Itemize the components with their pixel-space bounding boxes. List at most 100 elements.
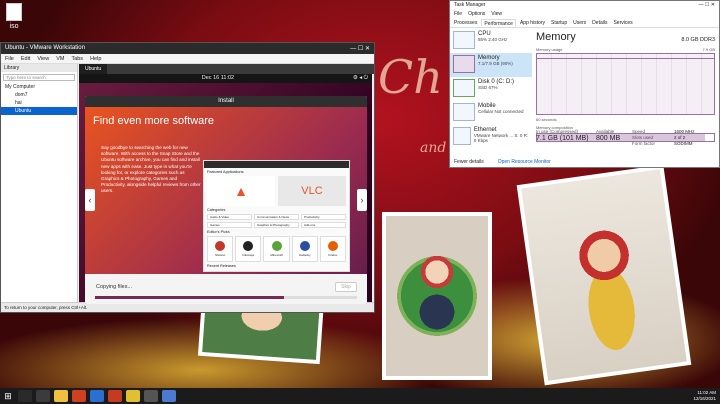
install-progress-bar	[95, 296, 357, 299]
app-icon	[299, 241, 310, 251]
task-view-icon[interactable]	[36, 390, 50, 402]
pick-item: Shotcut	[207, 236, 234, 262]
form-value: SODIMM	[674, 141, 693, 146]
ubuntu-clock[interactable]: Dec 16 11:02	[202, 75, 234, 82]
file-icon	[6, 3, 22, 21]
tab-ubuntu[interactable]: Ubuntu	[79, 64, 108, 74]
menu-vm[interactable]: VM	[56, 56, 64, 62]
progress-fill	[95, 296, 284, 299]
vmware-titlebar[interactable]: Ubuntu - VMware Workstation — ☐ ✕	[1, 43, 374, 54]
tab-processes[interactable]: Processes	[452, 19, 479, 27]
installer-title: Install	[85, 96, 367, 107]
category-item: Add-ons	[301, 222, 346, 228]
chrome-icon[interactable]	[126, 390, 140, 402]
tm-menu-options[interactable]: Options	[468, 11, 485, 19]
library-search-input[interactable]: Type here to search	[3, 74, 75, 81]
slots-label: Slots used	[632, 135, 654, 140]
slide-next-button[interactable]: ›	[357, 189, 367, 211]
memory-usage-graph	[536, 53, 715, 115]
app-icon[interactable]	[72, 390, 86, 402]
form-label: Form factor	[632, 141, 656, 146]
tab-app-history[interactable]: App history	[518, 19, 547, 27]
file-explorer-icon[interactable]	[54, 390, 68, 402]
menu-view[interactable]: View	[37, 56, 49, 62]
decor-script-text: Ch	[378, 50, 443, 104]
app-icon	[243, 241, 254, 251]
usage-label: Memory usage	[536, 47, 563, 52]
resource-disk[interactable]: Disk 0 (C: D:) SSD 67%	[450, 77, 532, 101]
tab-services[interactable]: Services	[611, 19, 634, 27]
word-icon[interactable]	[90, 390, 104, 402]
app-icon	[215, 241, 226, 251]
desktop-iso-icon[interactable]: iso	[3, 3, 25, 30]
store-featured-label: Featured Applications	[207, 170, 244, 174]
seconds-label: 60 seconds	[536, 117, 557, 122]
library-panel: Library Type here to search My Computer …	[1, 64, 78, 302]
ubuntu-topbar: Dec 16 11:02 ⚙ ◂ ⏻	[79, 74, 372, 83]
vmware-taskbar-icon[interactable]	[144, 390, 158, 402]
desktop-icon-label: iso	[9, 23, 19, 30]
store-headerbar	[204, 161, 349, 168]
tab-details[interactable]: Details	[590, 19, 609, 27]
task-manager-window[interactable]: Task Manager — ☐ ✕ File Options View Pro…	[449, 0, 720, 168]
in-use-value: 7.1 GB (101 MB)	[536, 135, 589, 142]
search-icon[interactable]	[18, 390, 32, 402]
resource-memory[interactable]: Memory 7.1/7.9 GB (90%)	[450, 53, 532, 77]
tab-performance[interactable]: Performance	[481, 19, 516, 27]
slide-heading: Find even more software	[93, 115, 215, 127]
cpu-graph-thumb	[453, 31, 475, 49]
app-icon	[327, 241, 338, 251]
vm-tabbar: Ubuntu	[79, 64, 374, 74]
tm-titlebar[interactable]: Task Manager — ☐ ✕	[450, 1, 719, 11]
taskbar-clock[interactable]: 11:02 AM 12/16/2021	[693, 390, 720, 402]
tree-root-my-computer[interactable]: My Computer	[1, 83, 77, 91]
slide-paragraph: Say goodbye to searching the web for new…	[101, 145, 201, 194]
menu-tabs[interactable]: Tabs	[71, 56, 83, 62]
baby-photo-1	[382, 212, 492, 380]
menu-help[interactable]: Help	[90, 56, 101, 62]
window-controls[interactable]: — ☐ ✕	[350, 45, 370, 52]
resource-mobile[interactable]: Mobile Cellular Not connected	[450, 101, 532, 125]
tm-resource-list: CPU 85% 2.40 GHz Memory 7.1/7.9 GB (90%) D…	[450, 29, 532, 153]
pick-item: Audacity	[291, 236, 318, 262]
resource-monitor-link[interactable]: Open Resource Monitor	[498, 159, 551, 165]
installer-footer: Copying files... Skip	[85, 274, 367, 304]
tab-startup[interactable]: Startup	[549, 19, 569, 27]
system-tray-icons[interactable]: ⚙ ◂ ⏻	[353, 75, 368, 82]
library-tree: My Computer dom7 hai Ubuntu	[1, 83, 77, 115]
slots-value: 2 of 2	[674, 135, 686, 140]
tab-users[interactable]: Users	[571, 19, 588, 27]
store-feature-vlc: VLC	[278, 176, 346, 206]
tree-item-hai[interactable]: hai	[1, 99, 77, 107]
tree-item-dom7[interactable]: dom7	[1, 91, 77, 99]
menu-file[interactable]: File	[5, 56, 14, 62]
speed-value: 1600 MHz	[674, 129, 695, 134]
software-store-preview: Featured Applications ▲ VLC Categories A…	[203, 160, 350, 272]
menu-edit[interactable]: Edit	[21, 56, 30, 62]
resource-cpu[interactable]: CPU 85% 2.40 GHz	[450, 29, 532, 53]
speed-label: Speed	[632, 129, 646, 134]
clock-date: 12/16/2021	[693, 396, 716, 401]
fewer-details-link[interactable]: Fewer details	[454, 159, 484, 165]
tm-menu-view[interactable]: View	[491, 11, 502, 19]
start-button-icon[interactable]: ⊞	[0, 388, 16, 404]
tm-menubar: File Options View	[450, 11, 719, 19]
tm-tabs: Processes Performance App history Startu…	[450, 19, 719, 28]
tm-window-controls[interactable]: — ☐ ✕	[699, 2, 715, 10]
memory-capacity: 8.0 GB DDR3	[681, 37, 715, 43]
resource-ethernet[interactable]: Ethernet VMware Network ... S: 0 R: 0 Kbp…	[450, 125, 532, 149]
tm-footer: Fewer details Open Resource Monitor	[454, 159, 551, 165]
task-manager-taskbar-icon[interactable]	[162, 390, 176, 402]
decor-script-text-2: and	[420, 140, 447, 156]
skip-button[interactable]: Skip	[335, 282, 357, 292]
pick-item: Inkscape	[235, 236, 262, 262]
usage-max: 7.9 GB	[702, 47, 715, 52]
tree-item-ubuntu[interactable]: Ubuntu	[1, 107, 77, 115]
powerpoint-icon[interactable]	[108, 390, 122, 402]
category-item: Games	[207, 222, 252, 228]
pick-item: Minecraft	[263, 236, 290, 262]
available-label: Available	[596, 129, 615, 134]
slide-prev-button[interactable]: ‹	[85, 189, 95, 211]
tm-menu-file[interactable]: File	[454, 11, 462, 19]
category-item: Communication & News	[254, 214, 299, 220]
